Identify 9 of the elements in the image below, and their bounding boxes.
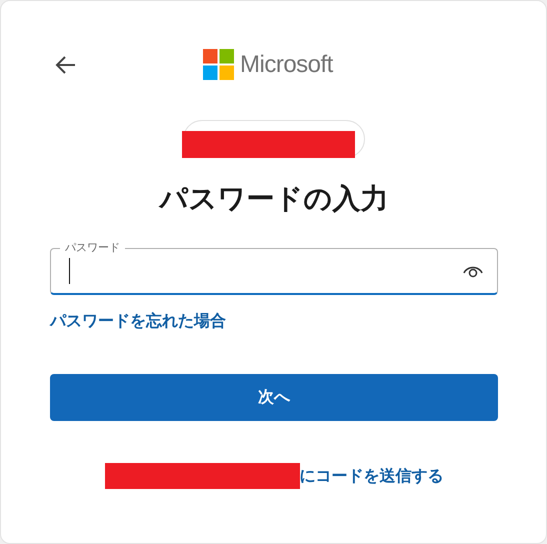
account-pill[interactable] [183, 120, 365, 158]
brand-name: Microsoft [240, 50, 333, 78]
field-label: パスワード [60, 240, 125, 255]
page-title: パスワードの入力 [158, 181, 390, 217]
next-button[interactable]: 次へ [50, 374, 498, 421]
logo-icon [203, 49, 234, 80]
send-code-link[interactable]: にコードを送信する [300, 466, 444, 486]
forgot-password-link[interactable]: パスワードを忘れた場合 [50, 311, 226, 332]
eye-icon[interactable] [463, 264, 483, 278]
